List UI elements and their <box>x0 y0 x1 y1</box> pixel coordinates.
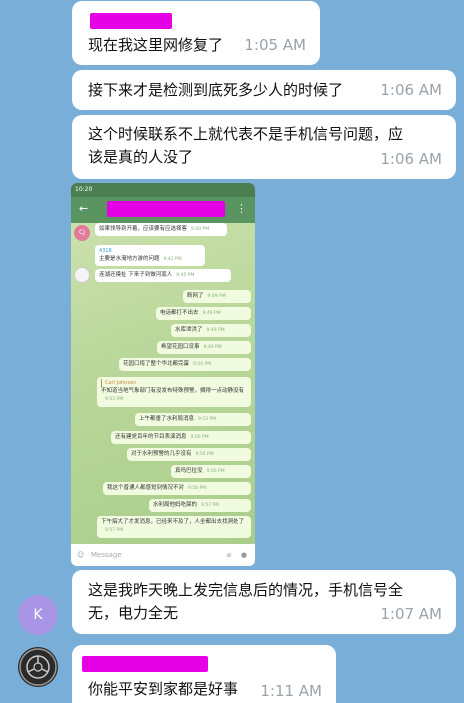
message-time: 1:07 AM <box>380 605 442 623</box>
message-time: 1:06 AM <box>380 81 442 99</box>
phone-outgoing-message: 水利局他妈吃屎的 9:57 PM <box>149 499 251 512</box>
phone-outgoing-message: 真吗巴拉没 9:56 PM <box>171 465 251 478</box>
message-bubble[interactable]: 这个时候联系不上就代表不是手机信号问题，应该是真的人没了 1:06 AM <box>72 115 456 179</box>
avatar-user <box>74 267 90 283</box>
message-bubble[interactable]: 现在我这里网修复了 1:05 AM <box>72 1 320 65</box>
phone-outgoing-message: 下午搞大了才发消息，已经来不及了，人全都出去找洞处了9:57 PM <box>97 516 251 538</box>
emoji-icon: ☺ <box>77 551 85 559</box>
back-arrow-icon: ← <box>79 202 89 215</box>
message-bubble[interactable]: 接下来才是检测到底死多少人的时候了 1:06 AM <box>72 70 456 110</box>
phone-outgoing-message: 电话都打不出去 9:49 PM <box>156 307 251 320</box>
phone-compose-bar: ☺ Message ⌀ ● <box>71 544 255 566</box>
phone-status-time: 10:20 <box>75 186 93 193</box>
mic-icon: ● <box>240 551 247 559</box>
redacted-sender-name <box>90 13 172 29</box>
embedded-phone-screenshot[interactable]: 10:20 ← ⋮ CJ 如果领导到开着，应该要有应选择客 9:40 PM 431… <box>71 183 255 566</box>
phone-outgoing-message: 我这个普通人都感觉到情况不对 9:56 PM <box>103 482 251 495</box>
message-bubble[interactable]: 这是我昨天晚上发完信息后的情况，手机信号全无，电力全无 1:07 AM <box>72 570 456 634</box>
phone-compose-placeholder: Message <box>91 551 122 559</box>
phone-outgoing-message: 对于水利预警的几乎没有 9:56 PM <box>127 448 251 461</box>
message-time: 1:06 AM <box>380 150 442 168</box>
phone-outgoing-message: 希望花园口没事 9:49 PM <box>157 341 251 354</box>
avatar[interactable] <box>18 647 58 687</box>
emblem-icon <box>19 648 57 686</box>
redacted-sender-name <box>82 656 208 672</box>
phone-incoming-message: 连湖还摸扯 下来子到做河南人 9:45 PM <box>95 269 231 282</box>
avatar[interactable]: K <box>18 595 58 635</box>
phone-outgoing-message: 水库泄洪了 9:49 PM <box>171 324 251 337</box>
phone-outgoing-message: 上午都垂了水利局消息 9:53 PM <box>135 413 251 426</box>
phone-outgoing-message: 还有建党百年的节目表演消息 9:56 PM <box>111 431 251 444</box>
more-menu-icon: ⋮ <box>236 202 247 215</box>
message-text: 这是我昨天晚上发完信息后的情况，手机信号全无，电力全无 <box>88 581 404 622</box>
phone-incoming-message: 4318 主要是水淹地方游的问题 9:42 PM <box>95 245 205 266</box>
phone-status-bar: 10:20 <box>71 183 255 197</box>
message-time: 1:11 AM <box>260 682 322 700</box>
message-text: 这个时候联系不上就代表不是手机信号问题，应该是真的人没了 <box>88 125 404 166</box>
phone-outgoing-message: 断网了 9:49 PM <box>183 290 251 303</box>
phone-outgoing-message: 花园口垮了整个华北都完蛋 9:50 PM <box>119 358 251 371</box>
phone-chat-header: ← ⋮ <box>71 197 255 223</box>
redacted-chat-title <box>107 201 225 217</box>
phone-reply-message: Carl Johnson 不知道当地气象部门有没发布特殊预警，搁得一点动静没有9:… <box>97 377 251 407</box>
message-bubble[interactable]: 你能平安到家都是好事 1:11 AM <box>72 645 336 703</box>
attach-icon: ⌀ <box>226 551 231 559</box>
phone-incoming-message: 如果领导到开着，应该要有应选择客 9:40 PM <box>95 223 227 236</box>
message-text: 接下来才是检测到底死多少人的时候了 <box>88 81 344 99</box>
message-text: 现在我这里网修复了 <box>88 36 224 54</box>
message-text: 你能平安到家都是好事 <box>88 680 239 698</box>
avatar-initial: K <box>33 607 43 623</box>
message-time: 1:05 AM <box>244 36 306 54</box>
avatar-cj: CJ <box>74 225 90 241</box>
